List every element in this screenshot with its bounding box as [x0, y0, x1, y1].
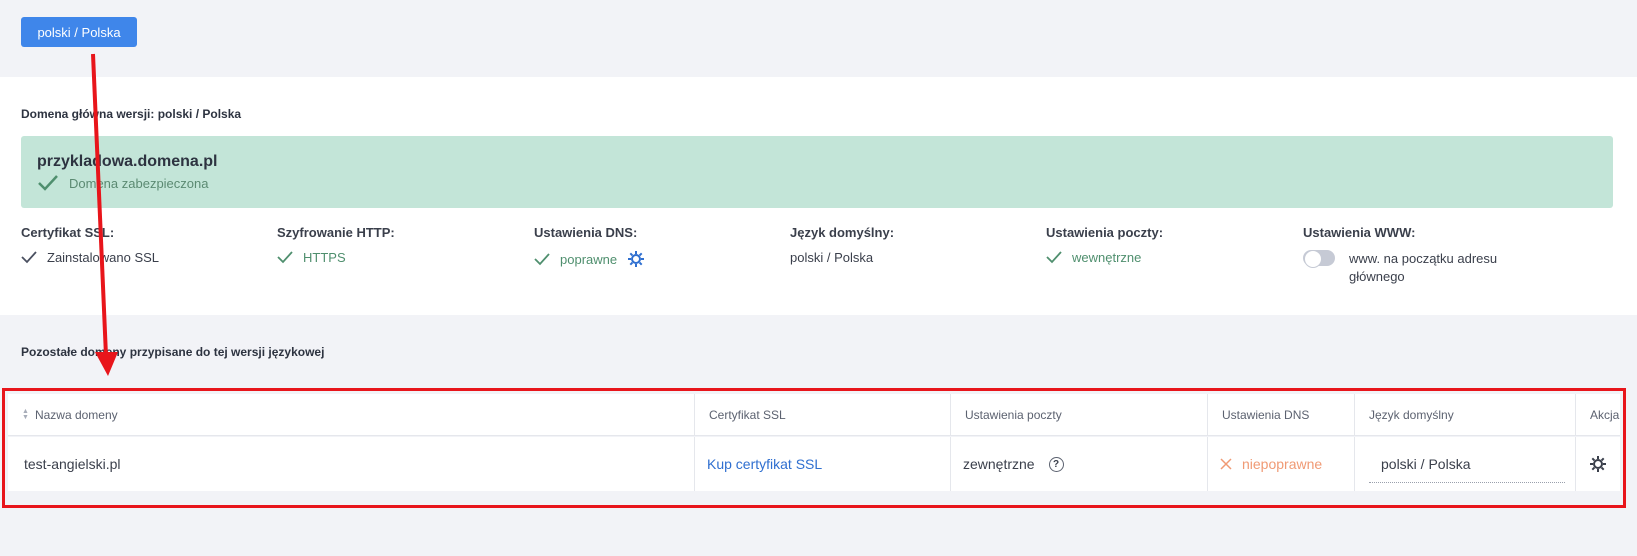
check-icon	[277, 250, 293, 264]
prop-ssl-label: Certyfikat SSL:	[21, 225, 115, 240]
prop-dns-label: Ustawienia DNS:	[534, 225, 638, 240]
sort-icon[interactable]: ▲ ▼	[22, 408, 29, 421]
help-icon[interactable]: ?	[1048, 456, 1064, 472]
row-mail-value: zewnętrzne	[963, 456, 1035, 472]
prop-language-value: polski / Polska	[790, 250, 874, 265]
cell-domain: test-angielski.pl	[8, 437, 694, 491]
column-ssl-label: Certyfikat SSL	[709, 408, 786, 422]
column-action-label: Akcja	[1590, 408, 1620, 422]
buy-ssl-link[interactable]: Kup certyfikat SSL	[707, 456, 822, 472]
column-mail-label: Ustawienia poczty	[965, 408, 1062, 422]
cell-ssl: Kup certyfikat SSL	[694, 437, 950, 491]
www-toggle[interactable]	[1303, 250, 1335, 268]
main-domain-status-text: Domena zabezpieczona	[69, 175, 209, 191]
row-language-value: polski / Polska	[1381, 455, 1471, 472]
column-mail: Ustawienia poczty	[950, 394, 1207, 436]
prop-ssl: Certyfikat SSL: Zainstalowano SSL	[21, 225, 281, 265]
prop-mail-label: Ustawienia poczty:	[1046, 225, 1164, 240]
column-domain-name[interactable]: ▲ ▼ Nazwa domeny	[8, 394, 694, 436]
prop-mail: Ustawienia poczty: wewnętrzne	[1046, 225, 1306, 265]
cell-dns: niepoprawne	[1207, 437, 1354, 491]
check-icon	[1046, 250, 1062, 264]
row-dns-value: niepoprawne	[1242, 456, 1323, 472]
prop-dns-value: poprawne	[560, 251, 618, 267]
prop-mail-value: wewnętrzne	[1072, 250, 1142, 265]
gear-icon[interactable]	[1589, 455, 1607, 473]
column-dns-label: Ustawienia DNS	[1222, 408, 1310, 422]
cell-mail: zewnętrzne ?	[950, 437, 1207, 491]
prop-www: Ustawienia WWW: www. na początku adresu …	[1303, 225, 1563, 286]
column-language-label: Język domyślny	[1369, 408, 1454, 422]
column-language: Język domyślny	[1354, 394, 1575, 436]
column-domain-name-label: Nazwa domeny	[34, 408, 118, 422]
prop-www-label: Ustawienia WWW:	[1303, 225, 1416, 240]
gear-icon[interactable]	[627, 250, 645, 268]
check-icon	[534, 252, 550, 266]
prop-dns: Ustawienia DNS: poprawne	[534, 225, 794, 268]
check-icon	[37, 174, 69, 192]
close-icon	[1220, 458, 1232, 470]
column-action: Akcja	[1575, 394, 1620, 436]
cell-language: polski / Polska	[1354, 437, 1575, 491]
table-header: ▲ ▼ Nazwa domeny Certyfikat SSL Ustawieni…	[8, 394, 1620, 436]
column-ssl: Certyfikat SSL	[694, 394, 950, 436]
prop-www-value: www. na początku adresu głównego	[1349, 251, 1498, 284]
cell-action	[1575, 437, 1620, 491]
language-version-button[interactable]: polski / Polska	[21, 17, 137, 47]
other-domains-table: ▲ ▼ Nazwa domeny Certyfikat SSL Ustawieni…	[2, 388, 1626, 508]
other-domains-section-title: Pozostałe domeny przypisane do tej wersj…	[21, 345, 325, 359]
column-dns: Ustawienia DNS	[1207, 394, 1354, 436]
prop-http-label: Szyfrowanie HTTP:	[277, 225, 395, 240]
row-domain-name: test-angielski.pl	[24, 456, 121, 472]
prop-ssl-value: Zainstalowano SSL	[47, 250, 160, 265]
language-select[interactable]: polski / Polska	[1369, 445, 1565, 483]
prop-language-label: Język domyślny:	[790, 225, 895, 240]
table-row: test-angielski.pl Kup certyfikat SSL zew…	[8, 437, 1620, 491]
main-domain-box: przykladowa.domena.pl Domena zabezpieczo…	[21, 136, 1613, 208]
table-footer	[8, 491, 1620, 505]
main-domain-status: Domena zabezpieczona	[37, 174, 208, 192]
prop-http: Szyfrowanie HTTP: HTTPS	[277, 225, 537, 265]
prop-language: Język domyślny: polski / Polska	[790, 225, 1050, 265]
main-domain-panel: Domena główna wersji: polski / Polska pr…	[0, 77, 1637, 315]
main-domain-name: przykladowa.domena.pl	[37, 153, 218, 170]
prop-http-value: HTTPS	[303, 250, 346, 265]
check-icon	[21, 250, 37, 264]
main-domain-section-title: Domena główna wersji: polski / Polska	[21, 107, 242, 121]
